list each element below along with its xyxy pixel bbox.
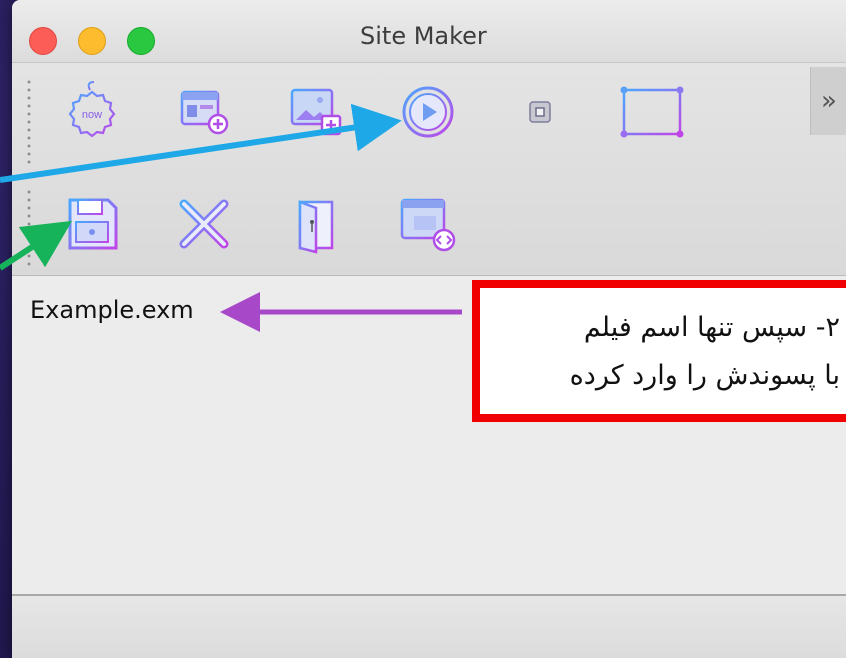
select-area-button[interactable] <box>620 80 684 144</box>
toolbar-grip[interactable] <box>27 78 31 168</box>
toolbar-overflow-button[interactable]: » <box>810 67 846 135</box>
close-x-icon <box>179 199 229 249</box>
add-image-button[interactable] <box>284 80 348 144</box>
preview-button[interactable] <box>396 192 460 256</box>
new-badge-icon: now <box>68 81 116 138</box>
door-exit-icon <box>298 200 334 254</box>
preview-window-icon <box>400 198 456 252</box>
new-button[interactable]: now <box>60 80 124 144</box>
zoom-window-button[interactable] <box>127 27 155 55</box>
add-page-button[interactable] <box>172 80 236 144</box>
svg-text:now: now <box>82 109 102 121</box>
status-bar <box>12 594 846 658</box>
selection-rect-icon <box>620 86 684 138</box>
save-floppy-icon <box>68 198 118 250</box>
play-button[interactable] <box>396 80 460 144</box>
window-add-icon <box>180 90 229 135</box>
app-window: Site Maker now » Example.exm ۲- سپس تنها… <box>12 0 846 658</box>
exit-button[interactable] <box>284 192 348 256</box>
title-bar: Site Maker <box>12 0 846 63</box>
minimize-window-button[interactable] <box>78 27 106 55</box>
callout-line-1: ۲- سپس تنها اسم فیلم <box>583 312 840 343</box>
close-window-button[interactable] <box>29 27 57 55</box>
save-button[interactable] <box>60 192 124 256</box>
filename-field[interactable]: Example.exm <box>30 296 194 324</box>
window-title: Site Maker <box>360 22 487 50</box>
stop-button[interactable] <box>508 80 572 144</box>
image-add-icon <box>290 88 342 136</box>
delete-button[interactable] <box>172 192 236 256</box>
stop-small-icon <box>529 101 551 123</box>
callout-line-2: با پسوندش را وارد کرده <box>569 360 840 391</box>
instruction-callout: ۲- سپس تنها اسم فیلم با پسوندش را وارد ک… <box>472 280 846 422</box>
play-circle-icon <box>402 86 454 138</box>
toolbar-grip[interactable] <box>27 188 31 268</box>
